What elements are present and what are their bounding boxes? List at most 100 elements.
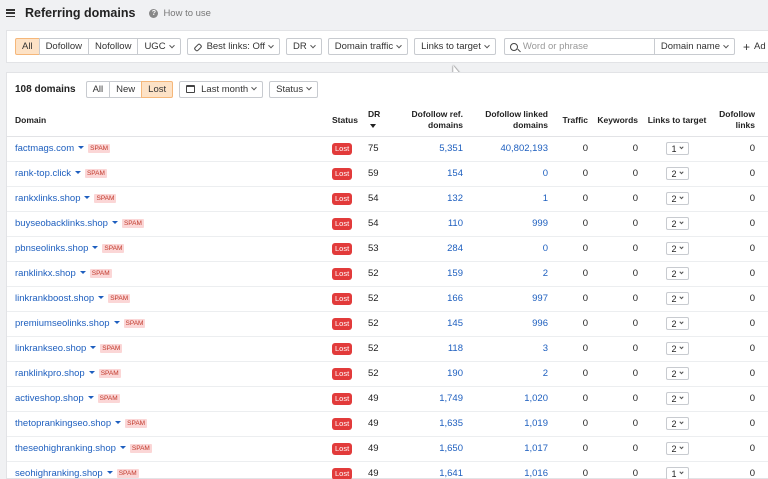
search-scope-dropdown[interactable]: Domain name [653,38,735,55]
dr-dropdown[interactable]: DR [286,38,322,55]
col-dofollow-linked-domains[interactable]: Dofollow linked domains [467,105,552,137]
domain-link[interactable]: activeshop.shop [15,393,84,404]
tab-new[interactable]: New [109,80,143,98]
dofollow-ref-domains-value[interactable]: 118 [392,336,467,362]
dofollow-ref-domains-value[interactable]: 132 [392,186,467,212]
col-domain[interactable]: Domain [7,105,328,137]
dofollow-ref-domains-value[interactable]: 1,749 [392,386,467,412]
dofollow-linked-domains-value[interactable]: 1,017 [467,436,552,462]
links-to-target-select[interactable]: 2 [665,242,689,255]
col-dofollow-ref-domains[interactable]: Dofollow ref. domains [392,105,467,137]
filter-dofollow-button[interactable]: Dofollow [38,38,89,55]
links-to-target-select[interactable]: 2 [665,442,689,455]
col-dr[interactable]: DR [364,105,392,137]
how-to-use-link[interactable]: ? How to use [149,8,211,19]
links-to-target-select[interactable]: 2 [665,342,689,355]
dofollow-linked-domains-value[interactable]: 0 [467,161,552,187]
dofollow-linked-domains-value[interactable]: 997 [467,286,552,312]
tab-lost[interactable]: Lost [141,80,174,98]
add-filter-button[interactable]: + Ad [743,40,766,54]
col-keywords[interactable]: Keywords [592,105,642,137]
domain-menu-caret-icon[interactable] [106,471,113,475]
dofollow-linked-domains-value[interactable]: 40,802,193 [467,136,552,162]
domain-link[interactable]: thetoprankingseo.shop [15,418,111,429]
domain-menu-caret-icon[interactable] [90,346,97,350]
best-links-dropdown[interactable]: Best links: Off [186,38,280,55]
links-to-target-select[interactable]: 2 [665,367,689,380]
dofollow-linked-domains-value[interactable]: 999 [467,211,552,237]
links-to-target-select[interactable]: 1 [665,467,689,479]
domain-link[interactable]: rankxlinks.shop [15,193,80,204]
dofollow-linked-domains-value[interactable]: 2 [467,361,552,387]
dofollow-ref-domains-value[interactable]: 145 [392,311,467,337]
dofollow-ref-domains-value[interactable]: 1,635 [392,411,467,437]
search-input[interactable] [522,41,643,52]
dofollow-linked-domains-value[interactable]: 1,019 [467,411,552,437]
domain-link[interactable]: linkrankseo.shop [15,343,86,354]
dofollow-ref-domains-value[interactable]: 154 [392,161,467,187]
domain-link[interactable]: factmags.com [15,143,74,154]
dofollow-ref-domains-value[interactable]: 110 [392,211,467,237]
domain-link[interactable]: pbnseolinks.shop [15,243,88,254]
menu-icon[interactable] [6,9,15,17]
dofollow-linked-domains-value[interactable]: 996 [467,311,552,337]
domain-link[interactable]: seohighranking.shop [15,468,103,479]
dofollow-linked-domains-value[interactable]: 0 [467,236,552,262]
domain-menu-caret-icon[interactable] [111,221,118,225]
links-to-target-select[interactable]: 1 [665,142,689,155]
domain-menu-caret-icon[interactable] [88,371,95,375]
domain-menu-caret-icon[interactable] [87,396,94,400]
dofollow-linked-domains-value[interactable]: 1 [467,186,552,212]
domain-link[interactable]: linkrankboost.shop [15,293,94,304]
col-traffic[interactable]: Traffic [552,105,592,137]
domain-menu-caret-icon[interactable] [74,171,81,175]
filter-ugc-dropdown[interactable]: UGC [137,38,181,55]
links-to-target-select[interactable]: 2 [665,392,689,405]
domain-menu-caret-icon[interactable] [79,271,86,275]
dofollow-ref-domains-value[interactable]: 159 [392,261,467,287]
domain-link[interactable]: premiumseolinks.shop [15,318,110,329]
dofollow-linked-domains-value[interactable]: 3 [467,336,552,362]
dofollow-linked-domains-value[interactable]: 2 [467,261,552,287]
dofollow-ref-domains-value[interactable]: 1,650 [392,436,467,462]
domain-menu-caret-icon[interactable] [115,421,122,425]
domain-menu-caret-icon[interactable] [113,321,120,325]
col-status[interactable]: Status [328,105,364,137]
dofollow-ref-domains-value[interactable]: 284 [392,236,467,262]
domain-link[interactable]: ranklinkx.shop [15,268,76,279]
filter-nofollow-button[interactable]: Nofollow [88,38,139,55]
links-to-target-select[interactable]: 2 [665,317,689,330]
status-dropdown[interactable]: Status [269,80,319,98]
dofollow-ref-domains-value[interactable]: 5,351 [392,136,467,162]
dofollow-ref-domains-value[interactable]: 190 [392,361,467,387]
domain-link[interactable]: buyseobacklinks.shop [15,218,108,229]
col-links-to-target[interactable]: Links to target [642,105,712,137]
dofollow-linked-domains-value[interactable]: 1,016 [467,461,552,479]
links-to-target-select[interactable]: 2 [665,267,689,280]
status-badge: Lost [332,267,353,280]
domain-menu-caret-icon[interactable] [78,146,85,150]
links-to-target-select[interactable]: 2 [665,417,689,430]
filter-all-button[interactable]: All [15,38,40,55]
links-to-target-select[interactable]: 2 [665,217,689,230]
domain-link[interactable]: rank-top.click [15,168,71,179]
links-to-target-dropdown[interactable]: Links to target [414,38,496,55]
domain-menu-caret-icon[interactable] [119,446,126,450]
chevron-down-icon [678,219,684,225]
links-to-target-value: 2 [671,368,677,379]
domain-traffic-dropdown[interactable]: Domain traffic [327,38,409,55]
period-dropdown[interactable]: Last month [179,80,264,98]
domain-link[interactable]: theseohighranking.shop [15,443,116,454]
links-to-target-select[interactable]: 2 [665,292,689,305]
col-dofollow-links[interactable]: Dofollow links [712,105,759,137]
links-to-target-select[interactable]: 2 [665,192,689,205]
links-to-target-select[interactable]: 2 [665,167,689,180]
domain-menu-caret-icon[interactable] [92,246,99,250]
dofollow-linked-domains-value[interactable]: 1,020 [467,386,552,412]
domain-link[interactable]: ranklinkpro.shop [15,368,85,379]
tab-all[interactable]: All [85,80,111,98]
dofollow-ref-domains-value[interactable]: 1,641 [392,461,467,479]
dofollow-ref-domains-value[interactable]: 166 [392,286,467,312]
domain-menu-caret-icon[interactable] [98,296,105,300]
domain-menu-caret-icon[interactable] [84,196,91,200]
